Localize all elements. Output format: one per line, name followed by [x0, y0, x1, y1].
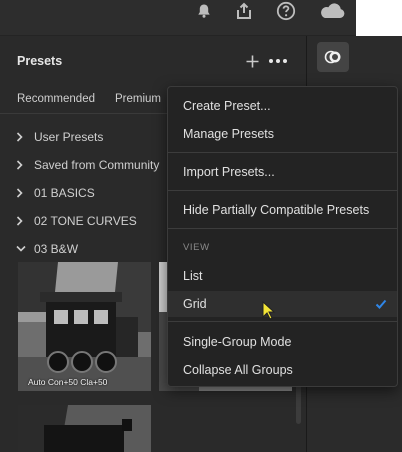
- thumbnail-image: [18, 405, 151, 452]
- panel-title: Presets: [17, 54, 63, 68]
- menu-separator: [168, 190, 397, 191]
- group-02-tone-curves[interactable]: 02 TONE CURVES: [16, 210, 176, 232]
- menu-item-create-preset[interactable]: Create Preset...: [168, 93, 397, 119]
- thumbnail-caption: Auto Con+50 Cla+50: [28, 377, 108, 387]
- preset-thumbnail[interactable]: Auto Con+50 Cla+50: [18, 262, 151, 391]
- menu-item-hide-partially-compatible[interactable]: Hide Partially Compatible Presets: [168, 197, 397, 223]
- group-label: 03 B&W: [34, 242, 79, 256]
- menu-item-collapse-all-groups[interactable]: Collapse All Groups: [168, 357, 397, 383]
- menu-separator: [168, 321, 397, 322]
- tab-recommended[interactable]: Recommended: [17, 93, 95, 105]
- group-label: Saved from Community: [34, 158, 160, 172]
- chevron-right-icon: [16, 216, 30, 226]
- top-bar: [0, 0, 356, 36]
- presets-context-menu: Create Preset... Manage Presets Import P…: [167, 86, 398, 387]
- group-label: 01 BASICS: [34, 186, 95, 200]
- group-03-bw[interactable]: 03 B&W: [16, 238, 176, 260]
- tab-premium[interactable]: Premium: [115, 93, 161, 105]
- menu-item-grid-label: Grid: [183, 297, 207, 311]
- thumbnail-image: [18, 262, 151, 391]
- cloud-icon[interactable]: [318, 0, 346, 22]
- chevron-right-icon: [16, 160, 30, 170]
- group-label: 02 TONE CURVES: [34, 214, 137, 228]
- presets-toggle-icon[interactable]: [317, 42, 349, 72]
- bell-icon[interactable]: [193, 0, 215, 22]
- chevron-down-icon: [16, 245, 30, 253]
- menu-item-import-presets[interactable]: Import Presets...: [168, 159, 397, 185]
- checkmark-icon: [375, 299, 387, 309]
- group-user-presets[interactable]: User Presets: [16, 126, 176, 148]
- chevron-right-icon: [16, 132, 30, 142]
- group-01-basics[interactable]: 01 BASICS: [16, 182, 176, 204]
- menu-section-header: VIEW: [183, 242, 210, 253]
- group-label: User Presets: [34, 130, 104, 144]
- share-icon[interactable]: [233, 0, 255, 22]
- preset-thumbnail[interactable]: [18, 405, 151, 452]
- menu-item-list[interactable]: List: [168, 263, 397, 289]
- menu-item-grid[interactable]: Grid: [168, 291, 397, 317]
- menu-item-manage-presets[interactable]: Manage Presets: [168, 121, 397, 147]
- group-saved-from-community[interactable]: Saved from Community: [16, 154, 176, 176]
- menu-item-single-group-mode[interactable]: Single-Group Mode: [168, 329, 397, 355]
- more-icon[interactable]: [267, 52, 289, 70]
- document-area: [356, 0, 402, 36]
- cursor-icon: [262, 301, 276, 320]
- menu-separator: [168, 228, 397, 229]
- help-icon[interactable]: [275, 0, 297, 22]
- menu-separator: [168, 152, 397, 153]
- plus-icon[interactable]: [243, 52, 261, 70]
- chevron-right-icon: [16, 188, 30, 198]
